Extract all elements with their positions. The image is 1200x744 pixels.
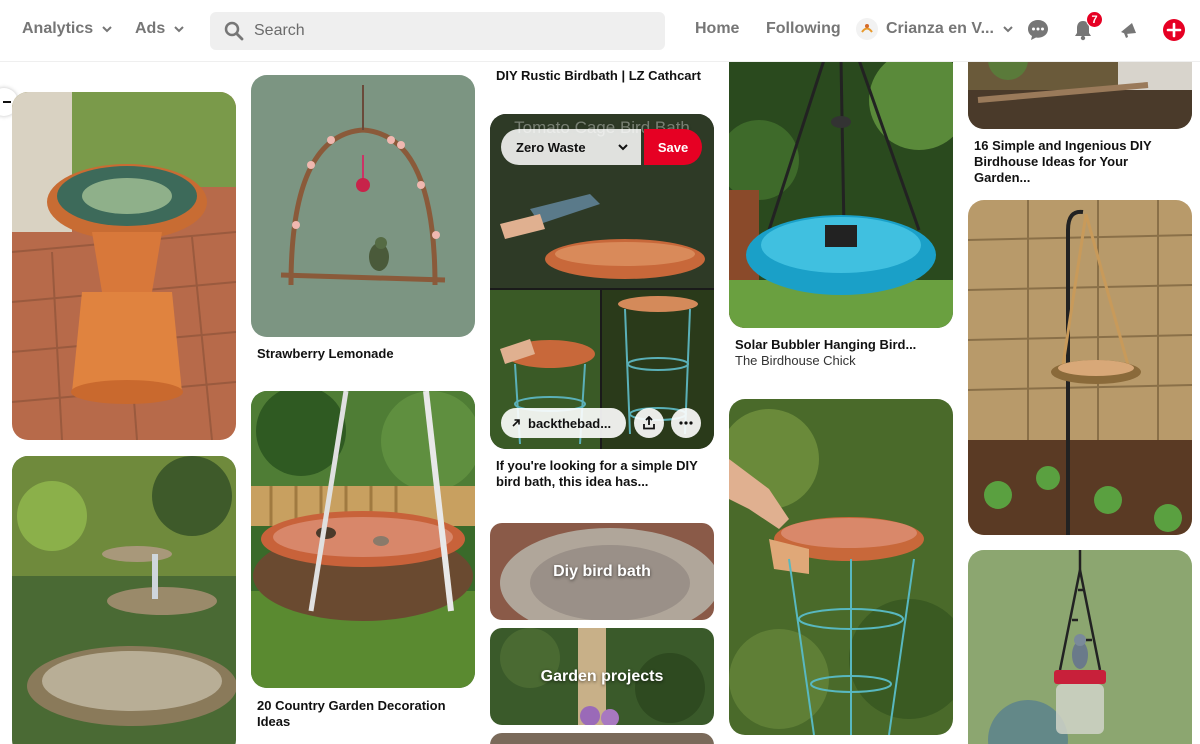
board-name: Zero Waste xyxy=(516,139,586,155)
tomato-cage-planted-image xyxy=(729,399,953,735)
country-garden-image xyxy=(251,391,475,688)
board-tile-partial[interactable] xyxy=(490,733,714,744)
profile-button[interactable]: Crianza en V... xyxy=(856,18,1014,40)
pin-source-solar-bubbler[interactable]: The Birdhouse Chick xyxy=(735,353,945,369)
pin-title-simple-birdbath[interactable]: If you're looking for a simple DIY bird … xyxy=(496,458,706,490)
pin-title-lemonade[interactable]: Strawberry Lemonade xyxy=(257,346,467,362)
plus-icon xyxy=(1163,19,1185,41)
search-icon xyxy=(224,21,244,41)
profile-name: Crianza en V... xyxy=(886,20,994,37)
chevron-down-icon xyxy=(1003,26,1013,33)
pin-tomato-cage-planted[interactable] xyxy=(729,399,953,735)
search-bar[interactable] xyxy=(210,12,665,50)
speech-bubble-icon xyxy=(1028,20,1048,40)
create-button[interactable] xyxy=(1161,17,1187,43)
mosaic-birdbath-image xyxy=(12,92,236,440)
pin-title-birdhouse[interactable]: 16 Simple and Ingenious DIY Birdhouse Id… xyxy=(974,138,1188,186)
ads-dropdown[interactable]: Ads xyxy=(135,20,185,38)
tiered-fountain-image xyxy=(12,456,236,744)
following-link[interactable]: Following xyxy=(766,20,841,38)
share-button[interactable] xyxy=(634,408,664,438)
wire-swing-image xyxy=(251,75,475,337)
minus-icon xyxy=(3,101,11,103)
profile-logo-icon xyxy=(861,24,873,33)
pin-title-rustic-birdbath[interactable]: DIY Rustic Birdbath | LZ Cathcart xyxy=(496,68,706,84)
pin-mason-jar-feeder[interactable] xyxy=(968,550,1192,744)
analytics-label: Analytics xyxy=(22,20,94,37)
source-link-label: backthebad... xyxy=(528,415,612,431)
hanging-tray-image xyxy=(968,200,1192,535)
board-label-garden-projects: Garden projects xyxy=(540,668,664,685)
notification-count-badge: 7 xyxy=(1086,11,1103,28)
pin-wire-swing[interactable] xyxy=(251,75,475,337)
solar-bubbler-image xyxy=(729,40,953,328)
share-icon xyxy=(643,416,655,430)
home-link[interactable]: Home xyxy=(695,20,739,38)
pin-title-solar-bubbler[interactable]: Solar Bubbler Hanging Bird... xyxy=(735,337,945,353)
pin-country-garden[interactable] xyxy=(251,391,475,688)
arrow-up-right-icon xyxy=(512,419,520,427)
updates-button[interactable] xyxy=(1116,17,1142,43)
pin-title-country-garden[interactable]: 20 Country Garden Decoration Ideas xyxy=(257,698,467,730)
mason-jar-feeder-image xyxy=(968,550,1192,744)
save-button[interactable]: Save xyxy=(644,129,702,165)
pin-mosaic-birdbath[interactable] xyxy=(12,92,236,440)
analytics-dropdown[interactable]: Analytics xyxy=(22,20,113,38)
search-input[interactable] xyxy=(254,22,634,40)
chevron-down-icon xyxy=(102,26,112,33)
source-link-button[interactable]: backthebad... xyxy=(501,408,626,438)
avatar xyxy=(856,18,878,40)
board-select-dropdown[interactable]: Zero Waste xyxy=(501,129,641,165)
board-label-diy-bird-bath: Diy bird bath xyxy=(553,563,651,580)
messages-button[interactable] xyxy=(1025,17,1051,43)
ads-label: Ads xyxy=(135,20,166,37)
chevron-down-icon xyxy=(618,144,628,151)
chevron-down-icon xyxy=(174,26,184,33)
partial-board-thumbnail xyxy=(490,733,714,744)
megaphone-icon xyxy=(1121,23,1136,38)
top-navigation-bar: Analytics Ads Home Following Crianza en … xyxy=(0,0,1200,62)
pin-tiered-fountain[interactable] xyxy=(12,456,236,744)
ellipsis-icon xyxy=(679,421,693,425)
pin-hanging-tray[interactable] xyxy=(968,200,1192,535)
more-options-button[interactable] xyxy=(671,408,701,438)
pin-solar-bubbler[interactable] xyxy=(729,40,953,328)
